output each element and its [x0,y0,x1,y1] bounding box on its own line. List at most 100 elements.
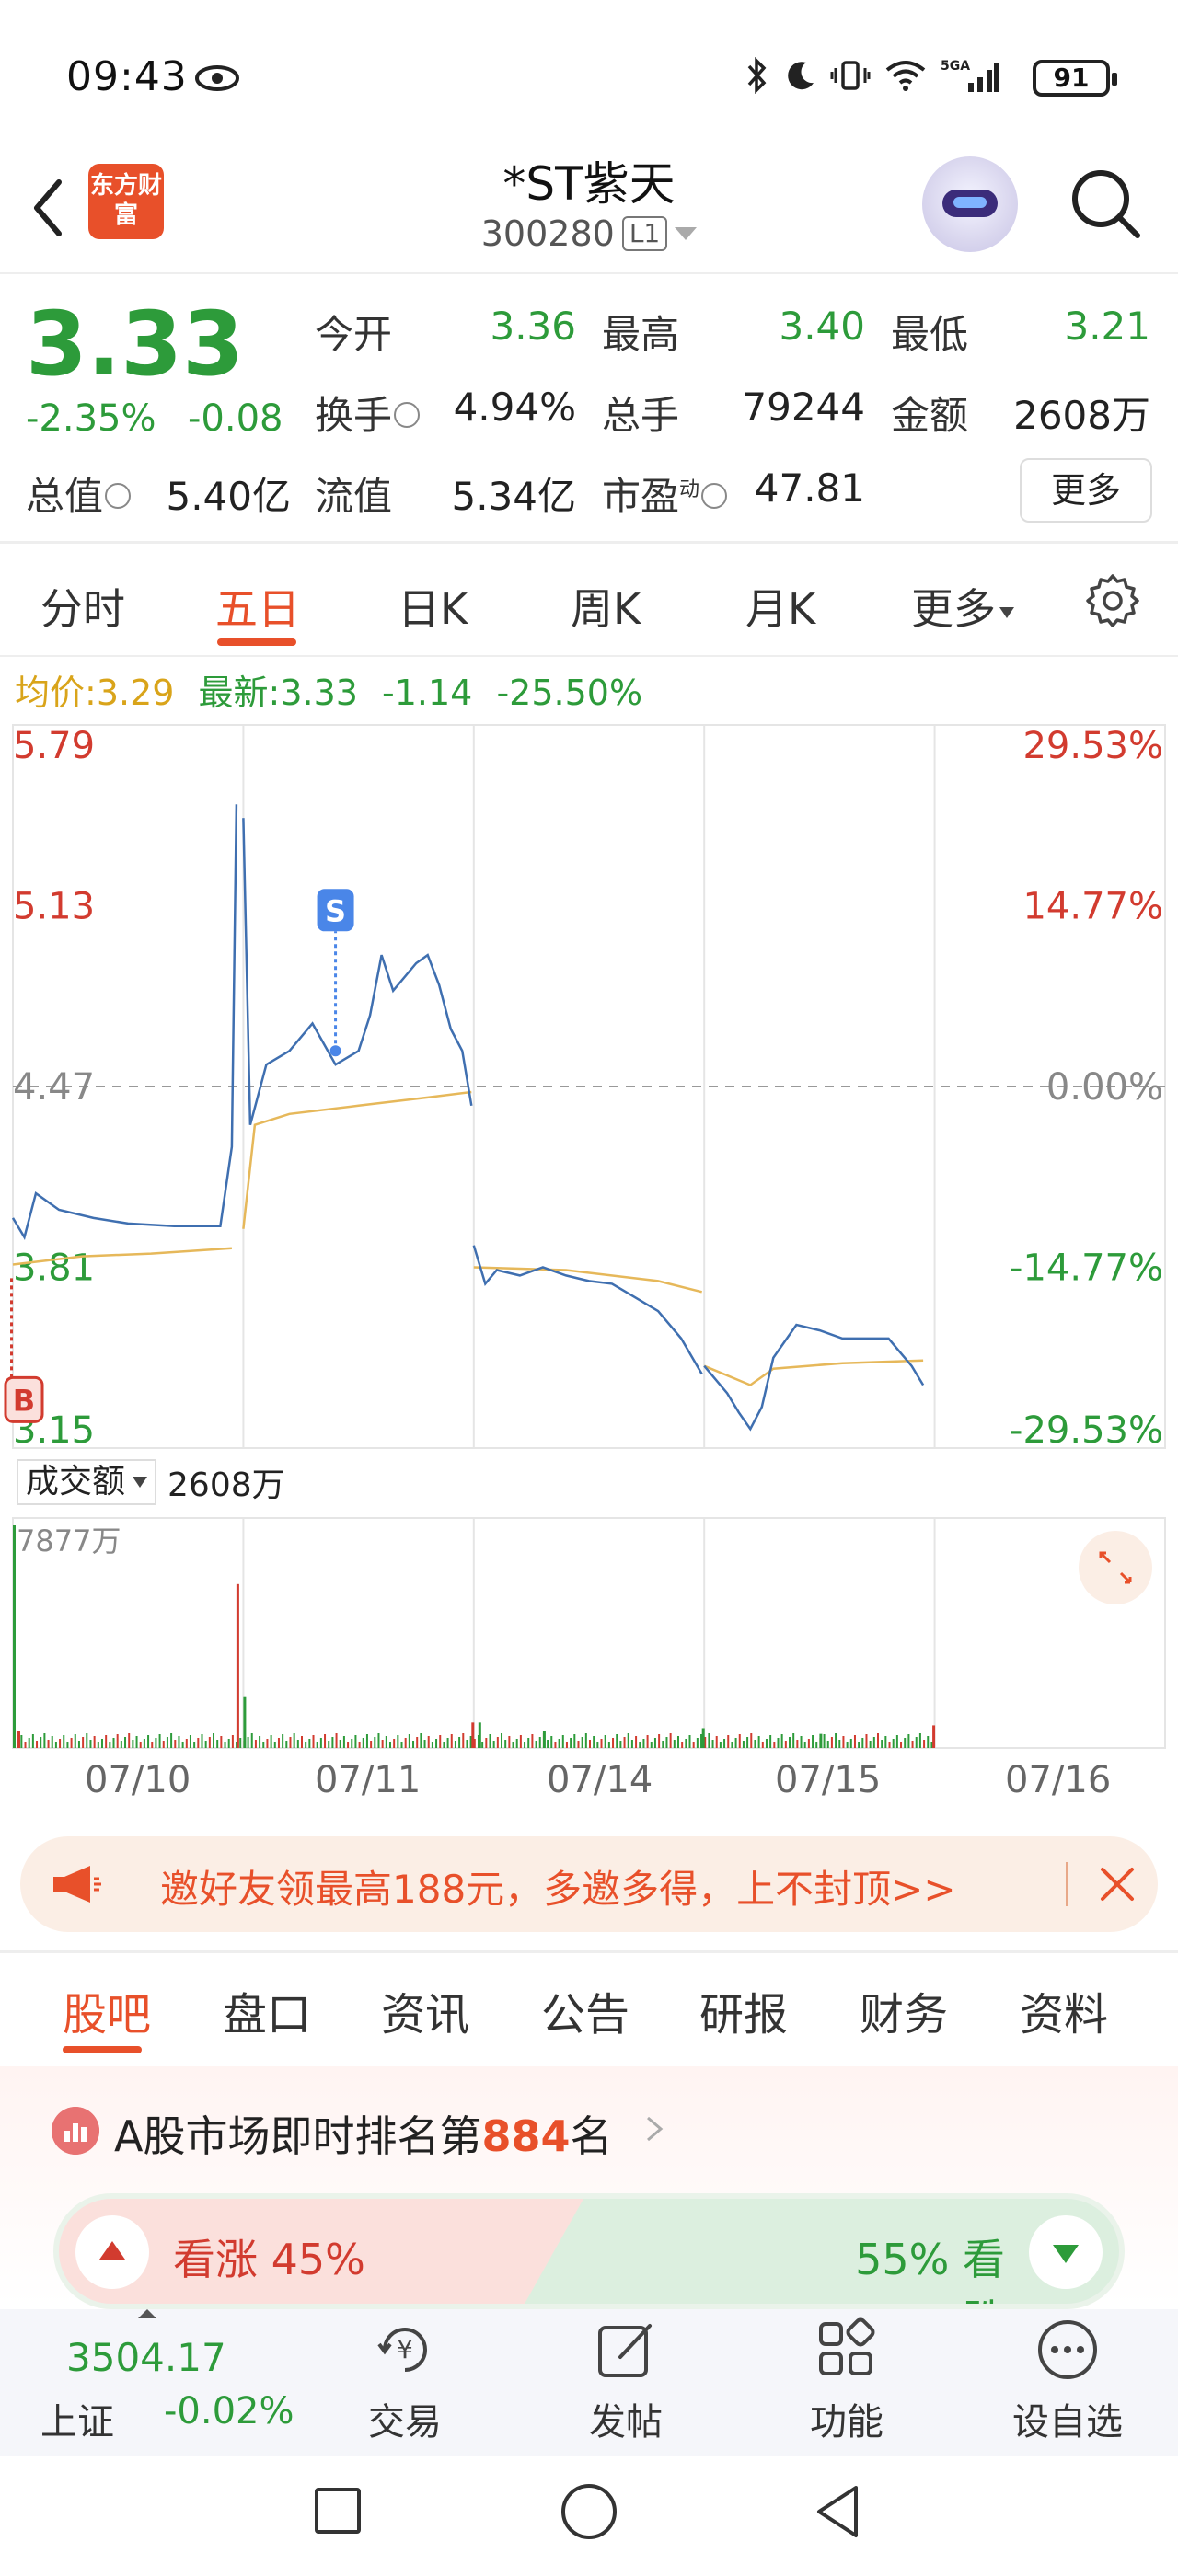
volume-bar [723,1739,726,1748]
more-quote-button[interactable]: 更多 [1020,458,1152,523]
volume-bar [51,1736,53,1748]
price-chart[interactable]: 5.79 29.53% 5.13 14.77% 4.47 0.00% 3.81 -14.77%… [0,718,1178,1454]
stock-code: 300280 [480,213,615,254]
current-price: 3.33 [26,293,244,396]
volume-bar [881,1740,884,1748]
volume-bar [374,1737,376,1748]
volume-bar [397,1735,399,1748]
price-line [242,818,473,1126]
vote-down-button[interactable] [1029,2215,1103,2289]
info-dots-icon[interactable] [105,482,132,509]
volume-bar [462,1733,465,1748]
volume-max-label: 7877万 [17,1524,121,1558]
nav-trade[interactable]: 交易 [331,2392,479,2445]
volume-bar [708,1733,710,1748]
divider [0,655,1178,657]
promo-banner[interactable]: 邀好友领最高188元，多邀多得，上不封顶>> [20,1836,1158,1932]
active-tab-indicator [63,2046,142,2053]
volume-bar [105,1735,108,1748]
volume-type-dropdown[interactable]: 成交额 [17,1459,157,1505]
change-percent: -2.35% [26,397,156,440]
tab-five-day[interactable]: 五日 [215,576,300,637]
home-icon[interactable] [561,2484,617,2539]
volume-bar [673,1740,676,1748]
recent-apps-icon[interactable] [315,2488,361,2534]
tab-weekly-k[interactable]: 周K [571,576,641,637]
volume-bar [665,1737,668,1748]
search-icon[interactable] [1066,164,1143,241]
volume-bar [285,1741,288,1748]
battery-indicator: 91 [1033,60,1117,97]
stock-code-selector[interactable]: 300280 L1 [423,213,755,254]
volume-bar [247,1737,249,1748]
y-tick-label-right: -29.53% [1010,1409,1163,1452]
more-dots-icon[interactable] [1034,2317,1101,2383]
volume-bar [715,1736,718,1748]
index-name[interactable]: 上证 [40,2392,114,2445]
tab-intraday[interactable]: 分时 [40,576,125,637]
expand-button[interactable] [1079,1531,1152,1604]
divider [1066,1862,1068,1906]
tab-research[interactable]: 研报 [699,1978,788,2042]
tab-financials[interactable]: 财务 [860,1978,948,2042]
volume-bar [765,1739,768,1748]
volume-bar [508,1736,511,1748]
nav-functions[interactable]: 功能 [773,2392,920,2445]
back-arrow-icon[interactable] [26,171,70,245]
turnover-label-text: 换手 [315,393,393,438]
volume-bar [239,1738,242,1748]
nav-add-watchlist[interactable]: 设自选 [994,2392,1141,2445]
tab-more[interactable]: 更多 [911,576,1014,637]
volume-bar [812,1735,814,1748]
back-triangle-icon[interactable] [812,2482,863,2541]
volume-bar [259,1736,261,1748]
volume-bar [408,1734,410,1748]
volume-bar [838,1740,841,1748]
volume-bar [872,1737,875,1748]
volume-bar [561,1735,564,1748]
volume-bar [431,1742,433,1748]
vote-up-label: 看涨 45% [173,2235,365,2284]
app-logo[interactable]: 东方财富 [88,164,164,239]
high-value: 3.40 [779,304,865,349]
tab-forum[interactable]: 股吧 [63,1978,151,2042]
volume-bar [734,1738,737,1748]
volume-bar [754,1740,756,1748]
volume-bar [501,1733,503,1748]
volume-bar [669,1733,672,1748]
latest-change: -1.14 [382,673,473,713]
vote-up-button[interactable] [75,2215,149,2289]
volume-bar [527,1738,530,1748]
assistant-avatar[interactable] [922,156,1018,252]
index-value[interactable]: 3504.17 [66,2335,226,2380]
tab-order-book[interactable]: 盘口 [223,1978,311,2042]
volume-bar [328,1741,330,1748]
gear-icon[interactable] [1084,572,1141,629]
volume-chart[interactable]: 7877万 [0,1512,1178,1752]
info-dots-icon[interactable] [394,401,421,428]
close-icon[interactable] [1097,1864,1138,1904]
grid-functions-icon[interactable] [814,2317,880,2383]
tab-news[interactable]: 资讯 [381,1978,469,2042]
pe-value: 47.81 [754,466,865,511]
volume-bar [547,1740,549,1748]
nav-post[interactable]: 发帖 [552,2392,699,2445]
volume-selector[interactable]: 成交额 2608万 [17,1459,285,1505]
volume-bar [43,1733,46,1748]
float-label: 流值 [315,474,393,519]
buy-marker-label: B [13,1383,35,1418]
volume-bar [918,1733,921,1748]
tab-announcements[interactable]: 公告 [541,1978,629,2042]
volume-bar [596,1742,599,1748]
tab-daily-k[interactable]: 日K [398,576,468,637]
volume-bar [66,1742,69,1748]
volume-bar [236,1583,239,1748]
trade-icon[interactable]: ¥ [372,2317,438,2383]
rank-text: A股市场即时排名第884名 [114,2103,613,2164]
info-dots-icon[interactable] [701,482,728,509]
tab-monthly-k[interactable]: 月K [745,576,815,637]
compose-icon[interactable] [593,2317,659,2383]
volume-bar [31,1734,34,1748]
volume-bar [423,1740,426,1748]
tab-profile[interactable]: 资料 [1020,1978,1108,2042]
